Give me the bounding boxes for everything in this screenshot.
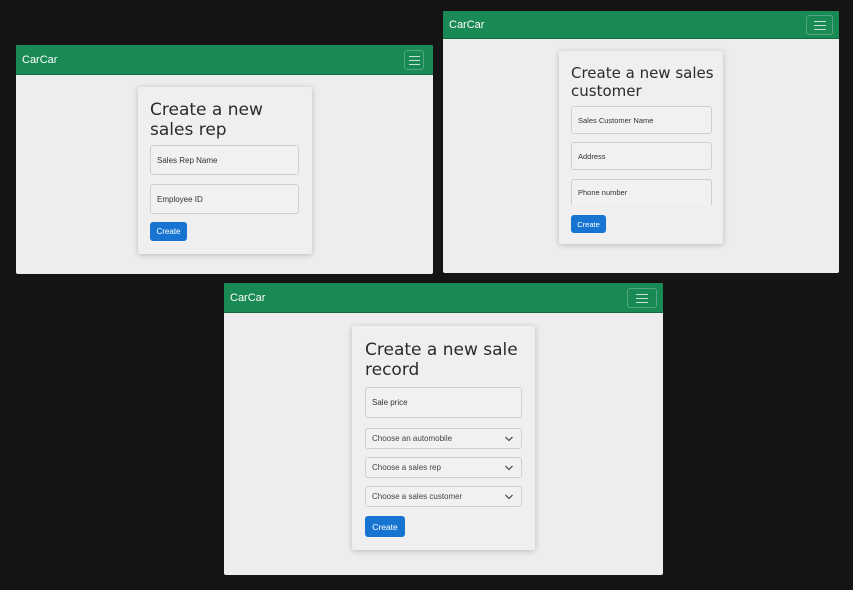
sales-rep-window: CarCar Create a new sales rep Sales Rep … (16, 45, 433, 274)
create-sales-rep-button[interactable]: Create (150, 222, 187, 241)
navbar-toggler[interactable] (806, 15, 833, 35)
sales-customer-name-placeholder: Sales Customer Name (578, 115, 654, 125)
sale-record-form-card: Create a new sale record Sale price Choo… (352, 326, 535, 550)
sales-customer-name-input[interactable]: Sales Customer Name (571, 106, 712, 134)
address-input[interactable]: Address (571, 142, 712, 170)
phone-number-placeholder: Phone number (578, 188, 628, 197)
page-title: Create a new sale record (365, 340, 518, 381)
navbar: CarCar (443, 11, 839, 39)
sales-rep-name-placeholder: Sales Rep Name (157, 155, 218, 165)
create-sales-customer-button[interactable]: Create (571, 215, 606, 233)
address-placeholder: Address (578, 151, 606, 161)
navbar-brand[interactable]: CarCar (230, 292, 265, 304)
sales-rep-form-card: Create a new sales rep Sales Rep Name Em… (138, 87, 312, 254)
employee-id-input[interactable]: Employee ID (150, 184, 299, 214)
navbar-brand[interactable]: CarCar (449, 19, 484, 31)
sale-price-input[interactable]: Sale price (365, 387, 522, 418)
sales-rep-select[interactable]: Choose a sales rep (365, 457, 522, 478)
phone-number-input[interactable]: Phone number (571, 179, 712, 205)
hamburger-menu-icon (636, 293, 648, 303)
navbar-brand[interactable]: CarCar (22, 54, 57, 66)
automobile-select-value: Choose an automobile (372, 434, 453, 443)
create-sale-record-button[interactable]: Create (365, 516, 405, 537)
page-title: Create a new sales customer (571, 64, 714, 100)
page-title: Create a new sales rep (150, 100, 263, 141)
sales-customer-form-card: Create a new sales customer Sales Custom… (559, 51, 723, 244)
sales-customer-select[interactable]: Choose a sales customer (365, 486, 522, 507)
automobile-select[interactable]: Choose an automobile (365, 428, 522, 449)
hamburger-menu-icon (408, 55, 420, 65)
navbar-toggler[interactable] (627, 288, 657, 308)
sales-rep-select-value: Choose a sales rep (372, 463, 441, 472)
chevron-down-icon (505, 494, 513, 499)
chevron-down-icon (505, 436, 513, 441)
sale-record-window: CarCar Create a new sale record Sale pri… (224, 283, 663, 575)
employee-id-placeholder: Employee ID (157, 194, 203, 204)
chevron-down-icon (505, 465, 513, 470)
navbar: CarCar (16, 45, 433, 75)
sales-rep-name-input[interactable]: Sales Rep Name (150, 145, 299, 175)
sales-customer-select-value: Choose a sales customer (372, 492, 463, 501)
navbar-toggler[interactable] (404, 50, 424, 70)
sale-price-placeholder: Sale price (372, 398, 408, 407)
sales-customer-window: CarCar Create a new sales customer Sales… (443, 11, 839, 273)
hamburger-menu-icon (813, 20, 826, 30)
navbar: CarCar (224, 283, 663, 313)
